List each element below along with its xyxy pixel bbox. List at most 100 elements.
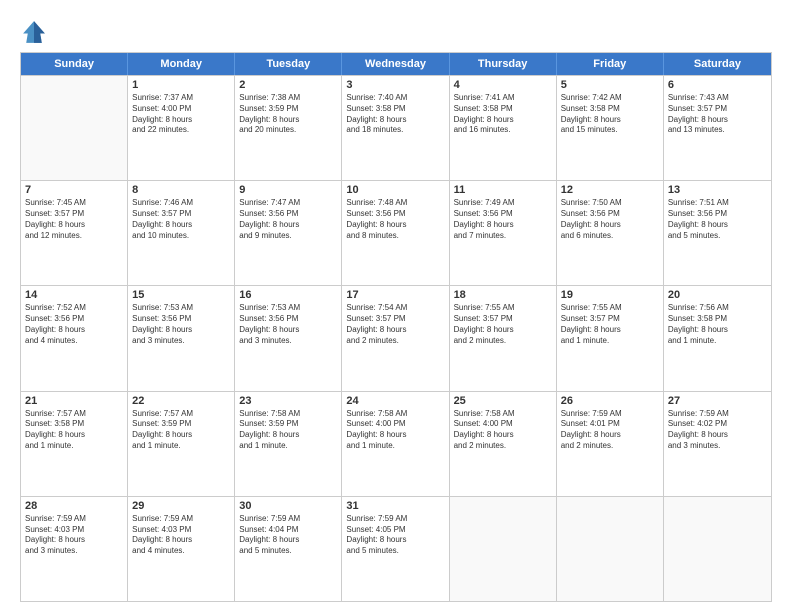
day-cell-14: 14Sunrise: 7:52 AMSunset: 3:56 PMDayligh… <box>21 286 128 390</box>
cell-line: Sunrise: 7:59 AM <box>346 514 444 525</box>
cell-line: Sunset: 3:59 PM <box>239 104 337 115</box>
day-cell-31: 31Sunrise: 7:59 AMSunset: 4:05 PMDayligh… <box>342 497 449 601</box>
week-row-1: 7Sunrise: 7:45 AMSunset: 3:57 PMDaylight… <box>21 180 771 285</box>
cell-line: Daylight: 8 hours <box>25 325 123 336</box>
weekday-header-friday: Friday <box>557 53 664 75</box>
cell-line: Sunrise: 7:58 AM <box>239 409 337 420</box>
day-cell-30: 30Sunrise: 7:59 AMSunset: 4:04 PMDayligh… <box>235 497 342 601</box>
cell-line: and 2 minutes. <box>346 336 444 347</box>
cell-line: Sunset: 4:00 PM <box>132 104 230 115</box>
cell-line: Daylight: 8 hours <box>668 325 767 336</box>
day-number: 20 <box>668 289 767 301</box>
day-cell-15: 15Sunrise: 7:53 AMSunset: 3:56 PMDayligh… <box>128 286 235 390</box>
day-cell-2: 2Sunrise: 7:38 AMSunset: 3:59 PMDaylight… <box>235 76 342 180</box>
cell-line: Sunset: 3:57 PM <box>668 104 767 115</box>
cell-line: and 15 minutes. <box>561 125 659 136</box>
logo-icon <box>20 18 48 46</box>
cell-line: Sunrise: 7:57 AM <box>132 409 230 420</box>
day-number: 31 <box>346 500 444 512</box>
cell-line: and 2 minutes. <box>454 441 552 452</box>
week-row-3: 21Sunrise: 7:57 AMSunset: 3:58 PMDayligh… <box>21 391 771 496</box>
cell-line: and 1 minute. <box>668 336 767 347</box>
cell-line: Daylight: 8 hours <box>668 430 767 441</box>
cell-line: Sunset: 3:57 PM <box>132 209 230 220</box>
weekday-header-tuesday: Tuesday <box>235 53 342 75</box>
cell-line: and 5 minutes. <box>346 546 444 557</box>
cell-line: Sunrise: 7:53 AM <box>239 303 337 314</box>
day-number: 9 <box>239 184 337 196</box>
cell-line: Sunset: 3:56 PM <box>25 314 123 325</box>
cell-line: Sunrise: 7:46 AM <box>132 198 230 209</box>
cell-line: Sunrise: 7:41 AM <box>454 93 552 104</box>
cell-line: Sunrise: 7:43 AM <box>668 93 767 104</box>
cell-line: Sunset: 3:57 PM <box>561 314 659 325</box>
cell-line: and 10 minutes. <box>132 231 230 242</box>
cell-line: Sunset: 3:56 PM <box>132 314 230 325</box>
cell-line: Sunrise: 7:49 AM <box>454 198 552 209</box>
cell-line: Daylight: 8 hours <box>239 535 337 546</box>
cell-line: Daylight: 8 hours <box>25 430 123 441</box>
day-number: 25 <box>454 395 552 407</box>
empty-cell-4-5 <box>557 497 664 601</box>
cell-line: Daylight: 8 hours <box>454 430 552 441</box>
cell-line: Sunset: 4:03 PM <box>132 525 230 536</box>
cell-line: Sunrise: 7:59 AM <box>239 514 337 525</box>
cell-line: and 7 minutes. <box>454 231 552 242</box>
cell-line: Sunrise: 7:55 AM <box>561 303 659 314</box>
day-cell-20: 20Sunrise: 7:56 AMSunset: 3:58 PMDayligh… <box>664 286 771 390</box>
cell-line: and 6 minutes. <box>561 231 659 242</box>
cell-line: Sunset: 4:03 PM <box>25 525 123 536</box>
day-number: 22 <box>132 395 230 407</box>
cell-line: Daylight: 8 hours <box>132 325 230 336</box>
day-number: 26 <box>561 395 659 407</box>
cell-line: Sunrise: 7:40 AM <box>346 93 444 104</box>
day-cell-3: 3Sunrise: 7:40 AMSunset: 3:58 PMDaylight… <box>342 76 449 180</box>
day-number: 10 <box>346 184 444 196</box>
cell-line: Daylight: 8 hours <box>346 430 444 441</box>
day-cell-13: 13Sunrise: 7:51 AMSunset: 3:56 PMDayligh… <box>664 181 771 285</box>
day-cell-23: 23Sunrise: 7:58 AMSunset: 3:59 PMDayligh… <box>235 392 342 496</box>
cell-line: Sunset: 3:58 PM <box>561 104 659 115</box>
day-cell-1: 1Sunrise: 7:37 AMSunset: 4:00 PMDaylight… <box>128 76 235 180</box>
cell-line: Sunset: 4:05 PM <box>346 525 444 536</box>
cell-line: Sunset: 4:04 PM <box>239 525 337 536</box>
cell-line: and 1 minute. <box>239 441 337 452</box>
day-cell-12: 12Sunrise: 7:50 AMSunset: 3:56 PMDayligh… <box>557 181 664 285</box>
cell-line: and 3 minutes. <box>239 336 337 347</box>
day-number: 15 <box>132 289 230 301</box>
day-number: 18 <box>454 289 552 301</box>
cell-line: Sunrise: 7:38 AM <box>239 93 337 104</box>
cell-line: Sunset: 3:57 PM <box>25 209 123 220</box>
day-cell-9: 9Sunrise: 7:47 AMSunset: 3:56 PMDaylight… <box>235 181 342 285</box>
cell-line: Sunrise: 7:45 AM <box>25 198 123 209</box>
cell-line: Daylight: 8 hours <box>346 220 444 231</box>
cell-line: Daylight: 8 hours <box>561 325 659 336</box>
cell-line: Daylight: 8 hours <box>346 325 444 336</box>
cell-line: Sunrise: 7:56 AM <box>668 303 767 314</box>
cell-line: and 2 minutes. <box>561 441 659 452</box>
day-number: 17 <box>346 289 444 301</box>
cell-line: Sunset: 3:56 PM <box>668 209 767 220</box>
day-cell-29: 29Sunrise: 7:59 AMSunset: 4:03 PMDayligh… <box>128 497 235 601</box>
cell-line: Daylight: 8 hours <box>239 325 337 336</box>
cell-line: Sunrise: 7:50 AM <box>561 198 659 209</box>
cell-line: Daylight: 8 hours <box>239 115 337 126</box>
cell-line: Sunset: 4:01 PM <box>561 419 659 430</box>
day-cell-4: 4Sunrise: 7:41 AMSunset: 3:58 PMDaylight… <box>450 76 557 180</box>
cell-line: Sunset: 3:56 PM <box>346 209 444 220</box>
page: SundayMondayTuesdayWednesdayThursdayFrid… <box>0 0 792 612</box>
day-number: 23 <box>239 395 337 407</box>
calendar-body: 1Sunrise: 7:37 AMSunset: 4:00 PMDaylight… <box>21 75 771 601</box>
weekday-header-thursday: Thursday <box>450 53 557 75</box>
day-cell-10: 10Sunrise: 7:48 AMSunset: 3:56 PMDayligh… <box>342 181 449 285</box>
cell-line: Sunrise: 7:51 AM <box>668 198 767 209</box>
weekday-header-saturday: Saturday <box>664 53 771 75</box>
day-number: 6 <box>668 79 767 91</box>
cell-line: and 1 minute. <box>561 336 659 347</box>
cell-line: and 4 minutes. <box>132 546 230 557</box>
header <box>20 18 772 46</box>
empty-cell-0-0 <box>21 76 128 180</box>
cell-line: Sunrise: 7:55 AM <box>454 303 552 314</box>
cell-line: Sunrise: 7:57 AM <box>25 409 123 420</box>
week-row-0: 1Sunrise: 7:37 AMSunset: 4:00 PMDaylight… <box>21 75 771 180</box>
